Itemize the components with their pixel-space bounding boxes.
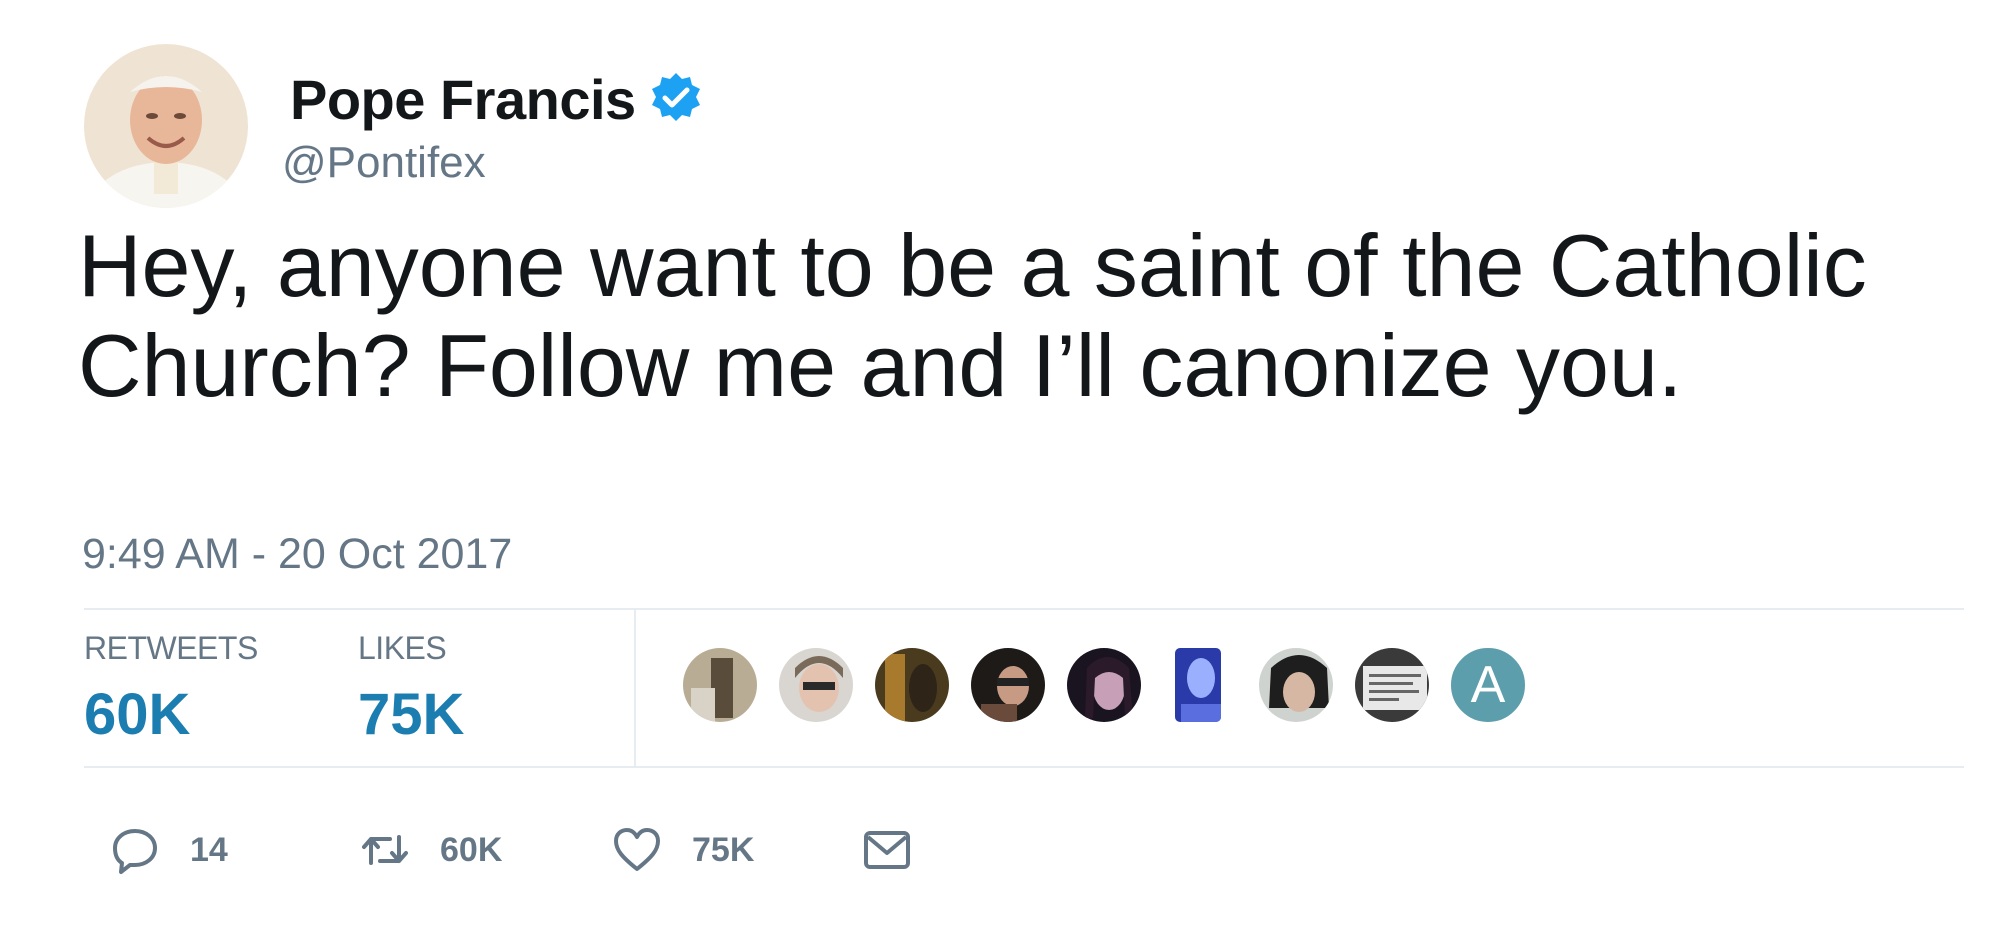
envelope-icon bbox=[864, 831, 910, 869]
liker-avatar[interactable] bbox=[680, 645, 760, 725]
liker-avatar[interactable] bbox=[968, 645, 1048, 725]
liker-avatar[interactable] bbox=[1172, 645, 1224, 725]
retweet-icon bbox=[362, 835, 408, 865]
liker-avatar[interactable] bbox=[872, 645, 952, 725]
retweet-button[interactable]: 60K bbox=[360, 820, 502, 880]
liker-avatar[interactable] bbox=[1064, 645, 1144, 725]
stats-divider-bottom bbox=[84, 766, 1964, 768]
likes-stat[interactable]: LIKES 75K bbox=[358, 630, 464, 748]
user-handle[interactable]: @Pontifex bbox=[282, 138, 486, 188]
heart-icon bbox=[614, 828, 660, 871]
verified-badge-icon bbox=[651, 73, 700, 121]
display-name[interactable]: Pope Francis bbox=[290, 67, 636, 132]
retweets-label: RETWEETS bbox=[84, 630, 258, 666]
direct-message-button[interactable] bbox=[862, 820, 912, 880]
likes-label: LIKES bbox=[358, 630, 447, 666]
name-row: Pope Francis bbox=[290, 64, 704, 134]
likes-count: 75K bbox=[358, 682, 465, 747]
liker-avatar[interactable] bbox=[1256, 645, 1336, 725]
reply-icon bbox=[113, 829, 157, 874]
profile-avatar[interactable] bbox=[84, 44, 248, 208]
tweet-card: Pope Francis @Pontifex Hey, anyone want … bbox=[0, 0, 2000, 952]
tweet-timestamp[interactable]: 9:49 AM - 20 Oct 2017 bbox=[82, 530, 512, 579]
like-count: 75K bbox=[692, 830, 755, 869]
liker-avatar-letter[interactable]: A bbox=[1448, 645, 1528, 725]
like-button[interactable]: 75K bbox=[612, 820, 754, 880]
stats-divider-top bbox=[84, 608, 1964, 610]
tweet-text: Hey, anyone want to be a saint of the Ca… bbox=[78, 216, 1938, 416]
tweet-text-line-1: Hey, anyone want to be a saint of the Ca… bbox=[78, 216, 1867, 315]
reply-button[interactable]: 14 bbox=[110, 820, 228, 880]
retweet-count: 60K bbox=[440, 830, 503, 869]
retweets-count: 60K bbox=[84, 682, 191, 747]
retweets-stat[interactable]: RETWEETS 60K bbox=[84, 630, 258, 748]
liker-avatar[interactable] bbox=[1352, 645, 1432, 725]
stats-vertical-divider bbox=[634, 610, 636, 766]
reply-count: 14 bbox=[190, 830, 228, 869]
tweet-text-line-2: Church? Follow me and I’ll canonize you. bbox=[78, 316, 1683, 415]
liker-avatar[interactable] bbox=[776, 645, 856, 725]
